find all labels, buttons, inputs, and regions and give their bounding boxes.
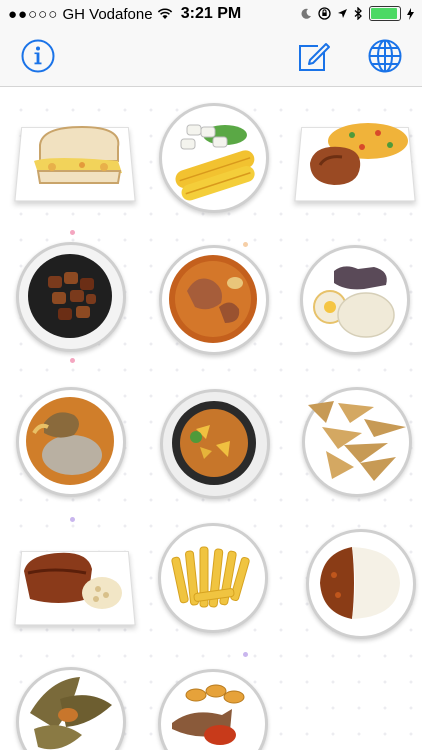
brittle-image: [308, 401, 406, 481]
rice-stew-image: [320, 547, 400, 619]
decor-dot: [70, 230, 75, 235]
compose-icon: [299, 43, 330, 71]
compose-button[interactable]: [296, 38, 332, 74]
rotation-lock-icon: [318, 7, 331, 20]
food-item-banku-tilapia[interactable]: [300, 245, 410, 355]
status-bar: ●●○○○ GH Vodafone 3:21 PM: [0, 0, 422, 28]
food-grid: [0, 87, 422, 750]
decor-dot: [70, 517, 75, 522]
food-item-sandwich[interactable]: [14, 117, 136, 203]
grilled-meat-image: [24, 552, 122, 609]
location-icon: [338, 9, 347, 18]
food-item-fufu-soup[interactable]: [16, 387, 126, 497]
kelewele-image: [28, 254, 112, 338]
charging-icon: [407, 7, 414, 20]
palm-nut-soup-image: [172, 401, 256, 485]
food-item-groundnut-brittle[interactable]: [302, 387, 412, 497]
bluetooth-icon: [354, 7, 362, 20]
food-item-roasted-corn[interactable]: [159, 103, 269, 213]
kenkey-image: [30, 677, 112, 750]
globe-icon: [368, 39, 402, 73]
banku-image: [313, 266, 395, 338]
navigation-bar: [0, 28, 422, 87]
food-item-plantain-chips[interactable]: [158, 523, 268, 633]
corn-image: [175, 124, 255, 201]
food-item-kenkey[interactable]: [16, 667, 126, 750]
moon-icon: [301, 8, 311, 19]
decor-dot: [70, 358, 75, 363]
sandwich-image: [34, 125, 122, 184]
plantain-chips-image: [171, 546, 250, 608]
language-button[interactable]: [367, 38, 403, 74]
info-icon: [21, 39, 55, 73]
food-item-kelewele[interactable]: [16, 242, 126, 352]
fufu-image: [26, 397, 114, 485]
jollof-rice-image: [310, 123, 408, 185]
light-soup-image: [169, 255, 257, 343]
food-item-fish-plantain[interactable]: [158, 669, 268, 750]
fish-plantain-image: [172, 684, 245, 745]
food-item-rice-stew[interactable]: [306, 529, 416, 639]
food-item-jollof-rice[interactable]: [294, 117, 416, 203]
food-item-light-soup[interactable]: [159, 245, 269, 355]
food-item-grilled-meat-beans[interactable]: [14, 539, 136, 626]
decor-dot: [243, 652, 248, 657]
food-item-palm-nut-soup[interactable]: [160, 389, 270, 499]
battery-icon: [369, 6, 401, 21]
info-button[interactable]: [20, 38, 56, 74]
